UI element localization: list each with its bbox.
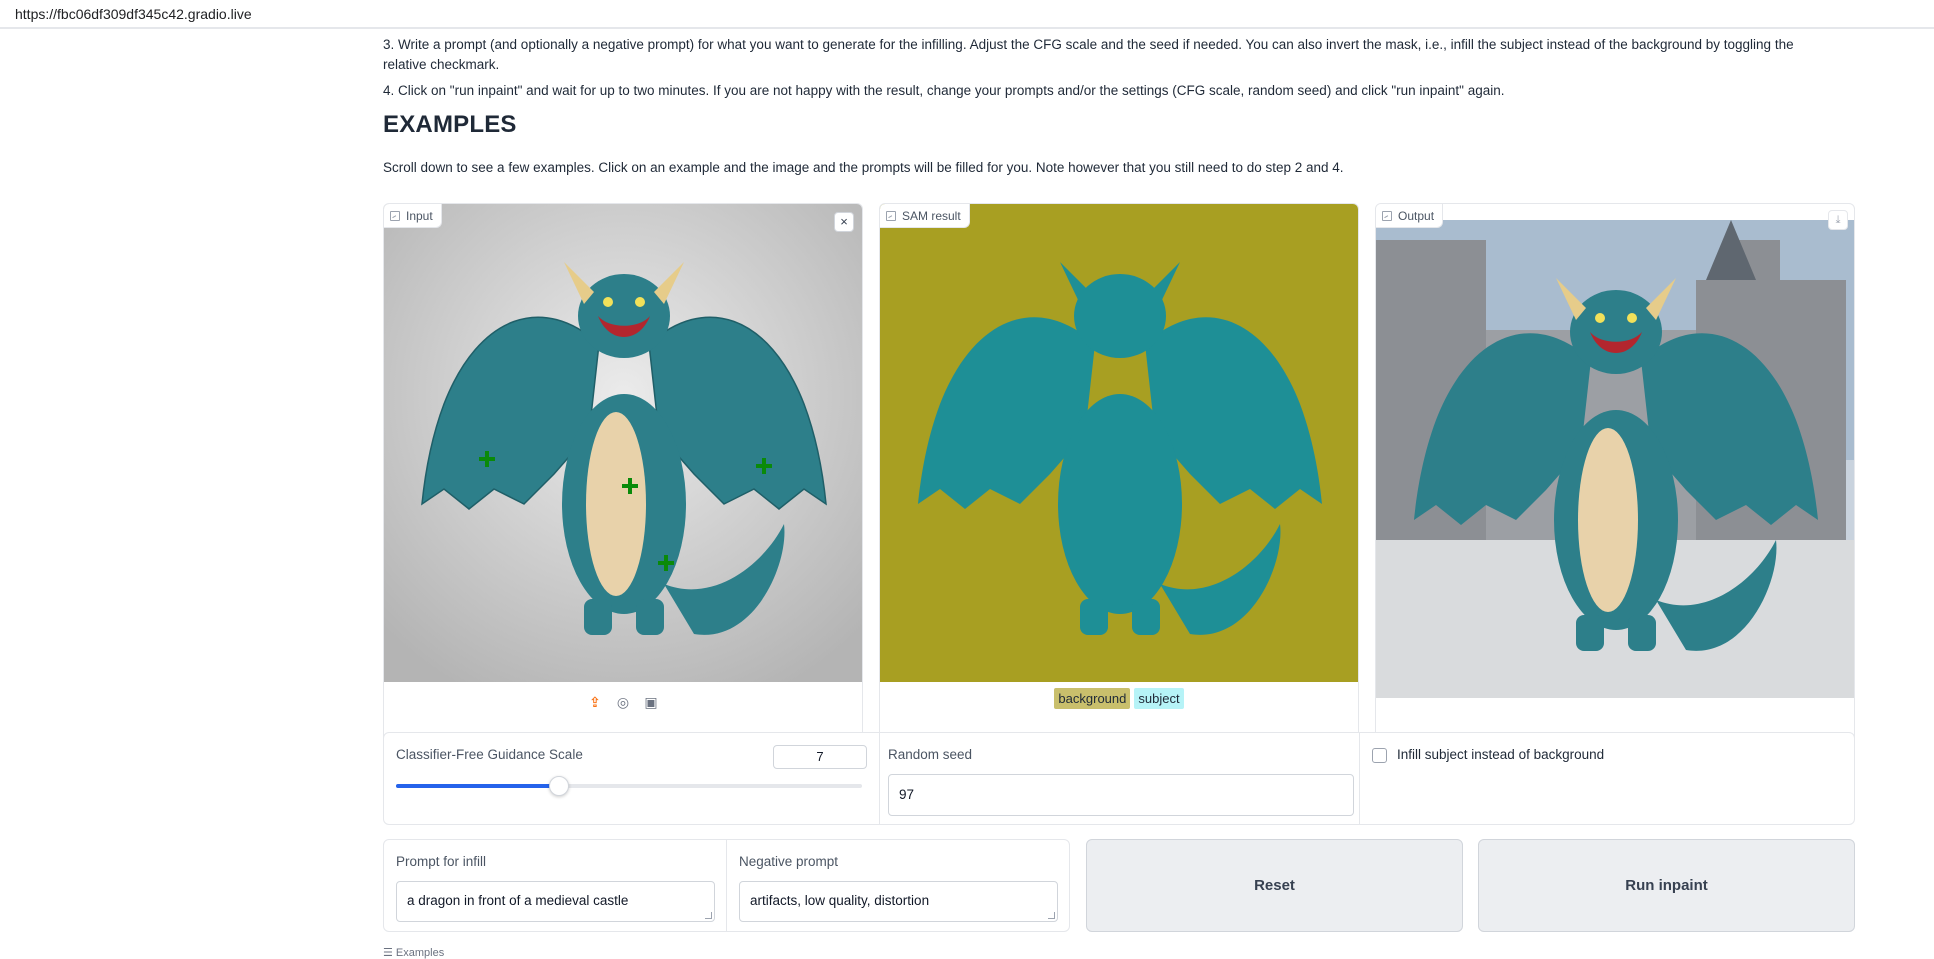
output-label: Output — [1376, 204, 1444, 228]
input-label: Input — [384, 204, 442, 228]
sam-legend: background subject — [880, 688, 1358, 709]
output-panel: Output ⤓ — [1375, 203, 1855, 744]
invert-mask-label[interactable]: Infill subject instead of background — [1397, 747, 1604, 762]
invert-mask-checkbox[interactable] — [1372, 748, 1387, 763]
upload-icon[interactable]: ⇪ — [586, 693, 604, 711]
image-icon — [886, 210, 896, 221]
legend-subject: subject — [1134, 688, 1184, 709]
examples-intro: Scroll down to see a few examples. Click… — [383, 160, 1344, 175]
clear-image-button[interactable]: × — [834, 212, 854, 232]
webcam-icon[interactable]: ◎ — [614, 693, 632, 711]
browser-url-bar[interactable]: https://fbc06df309df345c42.gradio.live — [0, 0, 1934, 29]
sam-result-panel: SAM result background subject — [879, 203, 1359, 744]
cfg-slider-handle[interactable] — [549, 776, 570, 796]
input-label-text: Input — [406, 208, 433, 223]
image-icon — [1382, 210, 1392, 221]
cfg-number-input[interactable]: 7 — [773, 745, 867, 769]
seed-input[interactable]: 97 — [888, 774, 1354, 816]
instruction-step-4: 4. Click on "run inpaint" and wait for u… — [383, 83, 1505, 98]
negative-prompt-textarea[interactable]: artifacts, low quality, distortion — [739, 881, 1058, 922]
sam-result-image — [880, 204, 1358, 682]
prompt-textarea[interactable]: a dragon in front of a medieval castle — [396, 881, 715, 922]
cfg-slider-fill — [396, 784, 560, 788]
cfg-label: Classifier-Free Guidance Scale — [396, 747, 583, 762]
settings-row: Classifier-Free Guidance Scale 7 Random … — [383, 732, 1855, 825]
cfg-slider[interactable] — [396, 776, 862, 796]
download-icon[interactable]: ⤓ — [1828, 210, 1848, 230]
invert-control: Infill subject instead of background — [1360, 733, 1856, 824]
output-image — [1376, 220, 1854, 698]
output-label-text: Output — [1398, 208, 1435, 223]
url-text[interactable]: https://fbc06df309df345c42.gradio.live — [15, 6, 252, 22]
sam-label-text: SAM result — [902, 208, 961, 223]
negative-prompt-control: Negative prompt artifacts, low quality, … — [727, 840, 1069, 931]
negative-prompt-label: Negative prompt — [739, 854, 839, 869]
instruction-step-3: 3. Write a prompt (and optionally a nega… — [383, 37, 1794, 72]
prompt-row: Prompt for infill a dragon in front of a… — [383, 839, 1070, 932]
examples-section-label[interactable]: ☰ Examples — [383, 946, 444, 959]
prompt-control: Prompt for infill a dragon in front of a… — [384, 840, 727, 931]
input-image-panel[interactable]: Input × ⇪ ◎ ▣ — [383, 203, 863, 744]
sam-label: SAM result — [880, 204, 970, 228]
run-inpaint-button[interactable]: Run inpaint — [1478, 839, 1855, 932]
input-source-toolbar: ⇪ ◎ ▣ — [384, 688, 862, 716]
seed-label: Random seed — [888, 747, 973, 762]
clipboard-icon[interactable]: ▣ — [642, 693, 660, 711]
cfg-control: Classifier-Free Guidance Scale 7 — [384, 733, 880, 824]
examples-heading: EXAMPLES — [383, 111, 517, 138]
reset-button[interactable]: Reset — [1086, 839, 1463, 932]
input-image[interactable] — [384, 204, 862, 682]
prompt-label: Prompt for infill — [396, 854, 487, 869]
legend-background: background — [1054, 688, 1131, 709]
image-icon — [390, 210, 400, 221]
seed-control: Random seed 97 — [880, 733, 1360, 824]
